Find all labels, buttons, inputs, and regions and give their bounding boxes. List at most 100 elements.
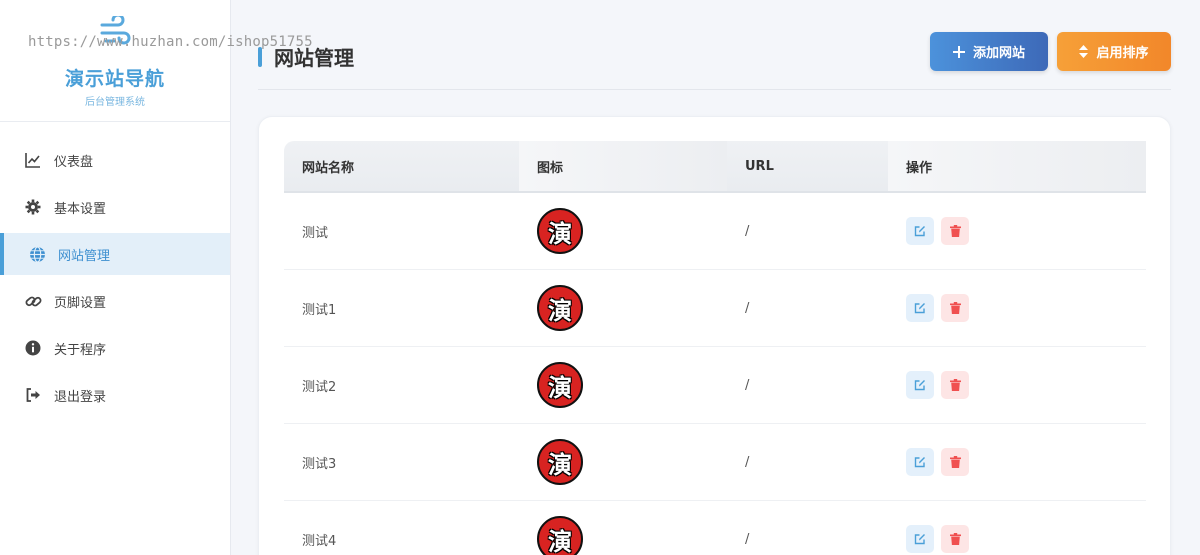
column-header-url: URL bbox=[745, 158, 774, 174]
site-logo-icon: 演 bbox=[537, 439, 583, 485]
sidebar-item-footer-settings[interactable]: 页脚设置 bbox=[0, 280, 230, 322]
delete-button[interactable] bbox=[941, 294, 969, 322]
site-icon-cell: 演 bbox=[519, 270, 727, 346]
edit-button[interactable] bbox=[906, 448, 934, 476]
sidebar-item-dashboard[interactable]: 仪表盘 bbox=[0, 139, 230, 181]
edit-button[interactable] bbox=[906, 217, 934, 245]
edit-icon bbox=[914, 534, 925, 545]
globe-icon bbox=[28, 245, 46, 263]
site-url: / bbox=[745, 300, 750, 316]
sidebar-item-label: 网站管理 bbox=[58, 248, 111, 264]
table-header: 网站名称 图标 URL 操作 bbox=[284, 141, 1146, 193]
delete-button[interactable] bbox=[941, 525, 969, 553]
sidebar-item-label: 仪表盘 bbox=[54, 154, 94, 170]
site-name-cell: 测试3 bbox=[284, 424, 519, 500]
site-name-cell: 测试 bbox=[284, 193, 519, 269]
sidebar-item-about[interactable]: 关于程序 bbox=[0, 327, 230, 369]
delete-button[interactable] bbox=[941, 448, 969, 476]
site-logo-glyph: 演 bbox=[548, 296, 572, 325]
site-name: 测试4 bbox=[302, 533, 337, 549]
table-row: 测试1 演 / bbox=[284, 270, 1146, 347]
page-title-text: 网站管理 bbox=[274, 46, 354, 70]
logout-icon bbox=[24, 386, 42, 404]
site-logo-glyph: 演 bbox=[548, 527, 572, 555]
trash-icon bbox=[949, 302, 961, 314]
table-row: 测试3 演 / bbox=[284, 424, 1146, 501]
sort-icon bbox=[1079, 45, 1089, 58]
table-body: 测试 演 / 测试1 演 / 测试2 演 / 测试3 演 / 测试4 演 / bbox=[284, 193, 1146, 555]
page-title: 网站管理 bbox=[258, 42, 354, 71]
site-logo-icon: 演 bbox=[537, 516, 583, 555]
title-accent-bar bbox=[258, 46, 262, 67]
table-row: 测试 演 / bbox=[284, 193, 1146, 270]
column-header-icon: 图标 bbox=[519, 141, 727, 191]
link-icon bbox=[24, 292, 42, 310]
add-site-label: 添加网站 bbox=[972, 45, 1025, 60]
site-icon-cell: 演 bbox=[519, 501, 727, 555]
sidebar-item-label: 基本设置 bbox=[54, 201, 107, 217]
site-name-cell: 测试2 bbox=[284, 347, 519, 423]
edit-button[interactable] bbox=[906, 294, 934, 322]
site-actions-cell bbox=[888, 501, 1146, 555]
trash-icon bbox=[949, 379, 961, 391]
site-name: 测试2 bbox=[302, 379, 337, 395]
trash-icon bbox=[949, 533, 961, 545]
site-url-cell: / bbox=[727, 347, 888, 423]
site-icon-cell: 演 bbox=[519, 347, 727, 423]
site-url-cell: / bbox=[727, 193, 888, 269]
site-icon-cell: 演 bbox=[519, 193, 727, 269]
site-name: 测试 bbox=[302, 225, 329, 241]
site-logo-icon: 演 bbox=[537, 208, 583, 254]
site-actions-cell bbox=[888, 193, 1146, 269]
brand-subtitle: 后台管理系统 bbox=[85, 97, 145, 108]
site-name-cell: 测试4 bbox=[284, 501, 519, 555]
delete-button[interactable] bbox=[941, 371, 969, 399]
site-url: / bbox=[745, 531, 750, 547]
column-header-actions: 操作 bbox=[888, 141, 1146, 191]
edit-button[interactable] bbox=[906, 371, 934, 399]
sidebar-item-label: 关于程序 bbox=[54, 342, 107, 358]
site-name: 测试3 bbox=[302, 456, 337, 472]
brand[interactable]: 演示站导航 后台管理系统 bbox=[0, 0, 230, 122]
site-url: / bbox=[745, 377, 750, 393]
edit-icon bbox=[914, 380, 925, 391]
trash-icon bbox=[949, 225, 961, 237]
site-url: / bbox=[745, 454, 750, 470]
site-logo-glyph: 演 bbox=[548, 450, 572, 479]
table-row: 测试2 演 / bbox=[284, 347, 1146, 424]
plus-icon bbox=[952, 45, 965, 58]
site-logo-icon: 演 bbox=[537, 285, 583, 331]
site-table-card: 网站名称 图标 URL 操作 测试 演 / 测试1 演 / 测试2 演 / 测试… bbox=[258, 116, 1171, 555]
site-icon-cell: 演 bbox=[519, 424, 727, 500]
site-url-cell: / bbox=[727, 424, 888, 500]
site-actions-cell bbox=[888, 424, 1146, 500]
gear-icon bbox=[24, 198, 42, 216]
chart-line-icon bbox=[24, 151, 42, 169]
sidebar-item-logout[interactable]: 退出登录 bbox=[0, 374, 230, 416]
edit-icon bbox=[914, 226, 925, 237]
trash-icon bbox=[949, 456, 961, 468]
info-icon bbox=[24, 339, 42, 357]
site-url: / bbox=[745, 223, 750, 239]
sidebar-item-site-management[interactable]: 网站管理 bbox=[0, 233, 230, 275]
sidebar-nav: 仪表盘 基本设置 网站管理 页脚设置 关于程序 退出登录 bbox=[0, 139, 230, 416]
site-name: 测试1 bbox=[302, 302, 337, 318]
site-logo-glyph: 演 bbox=[548, 219, 572, 248]
site-name-cell: 测试1 bbox=[284, 270, 519, 346]
edit-icon bbox=[914, 303, 925, 314]
delete-button[interactable] bbox=[941, 217, 969, 245]
site-table: 网站名称 图标 URL 操作 测试 演 / 测试1 演 / 测试2 演 / 测试… bbox=[284, 141, 1146, 555]
site-actions-cell bbox=[888, 347, 1146, 423]
add-site-button[interactable]: 添加网站 bbox=[930, 32, 1048, 71]
edit-button[interactable] bbox=[906, 525, 934, 553]
sidebar-item-basic-settings[interactable]: 基本设置 bbox=[0, 186, 230, 228]
site-url-cell: / bbox=[727, 270, 888, 346]
sidebar: 演示站导航 后台管理系统 https://www.huzhan.com/isho… bbox=[0, 0, 313, 555]
site-url-cell: / bbox=[727, 501, 888, 555]
brand-title: 演示站导航 bbox=[64, 68, 165, 90]
site-logo-glyph: 演 bbox=[548, 373, 572, 402]
table-row: 测试4 演 / bbox=[284, 501, 1146, 555]
column-header-name: 网站名称 bbox=[302, 160, 355, 176]
enable-sort-button[interactable]: 启用排序 bbox=[1057, 32, 1171, 71]
edit-icon bbox=[914, 457, 925, 468]
